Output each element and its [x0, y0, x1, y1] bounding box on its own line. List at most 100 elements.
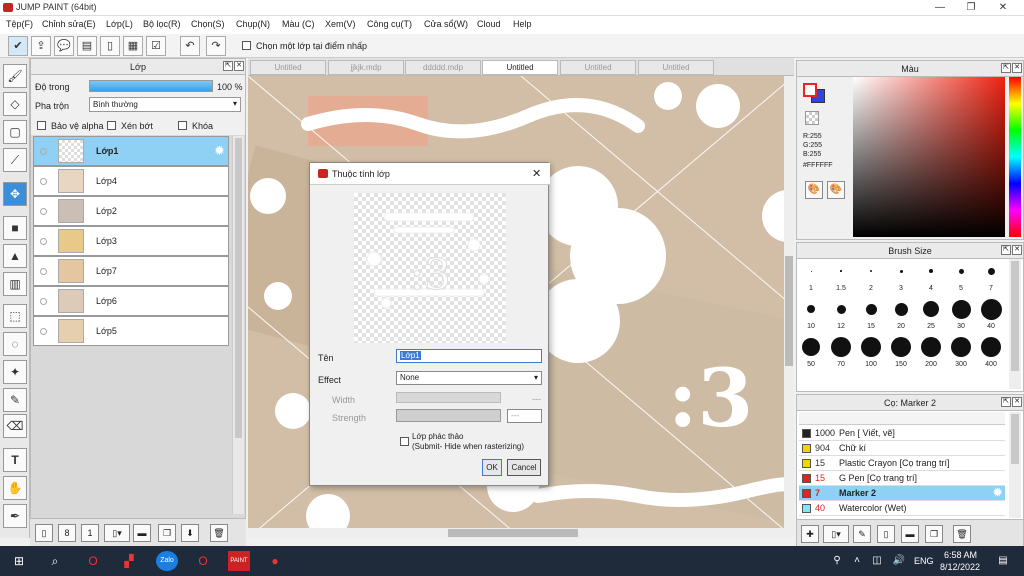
- brush-page-icon[interactable]: ▯: [877, 525, 895, 543]
- layer-scrollbar[interactable]: [232, 136, 244, 514]
- layer-row[interactable]: Lớp2: [33, 196, 229, 226]
- layer-row[interactable]: Lớp7: [33, 256, 229, 286]
- language-indicator[interactable]: ENG: [914, 556, 934, 566]
- hue-slider[interactable]: [1009, 77, 1021, 237]
- lasso-icon[interactable]: ◌: [3, 332, 27, 356]
- brush-size-dot[interactable]: [987, 267, 995, 275]
- new-folder-icon[interactable]: ▬: [133, 524, 151, 542]
- transparent-color-swatch[interactable]: [805, 111, 819, 125]
- merge-layer-icon[interactable]: ⬇: [181, 524, 199, 542]
- brush-size-dot[interactable]: [807, 305, 815, 313]
- brush-size-dot[interactable]: [958, 268, 964, 274]
- tray-up-icon[interactable]: ˄: [846, 551, 868, 571]
- menu-filter[interactable]: Bộ lọc(R): [143, 19, 181, 29]
- brush-size-dot[interactable]: [861, 337, 881, 357]
- canvas-v-scrollbar[interactable]: [784, 76, 794, 528]
- visibility-icon[interactable]: [40, 298, 47, 305]
- name-input[interactable]: Lớp1: [396, 349, 542, 363]
- menu-help[interactable]: Help: [513, 19, 532, 29]
- visibility-icon[interactable]: [40, 268, 47, 275]
- brush-row[interactable]: 15 G Pen [Cọ trang trí]: [799, 471, 1005, 486]
- visibility-icon[interactable]: [40, 238, 47, 245]
- page-icon[interactable]: ▯: [100, 36, 120, 56]
- close-icon[interactable]: ✕: [988, 0, 1018, 16]
- marquee-icon[interactable]: ⬚: [3, 304, 27, 328]
- menu-edit[interactable]: Chỉnh sửa(E): [42, 19, 96, 29]
- visibility-icon[interactable]: [40, 328, 47, 335]
- layer-row[interactable]: Lớp5: [33, 316, 229, 346]
- maximize-icon[interactable]: ❐: [956, 0, 986, 16]
- layer-row[interactable]: Lớp1 ✹: [33, 136, 229, 166]
- windows-start-icon[interactable]: ⊞: [8, 551, 30, 571]
- cancel-button[interactable]: Cancel: [507, 459, 541, 476]
- pin-icon[interactable]: ⇱: [223, 61, 233, 71]
- move-icon[interactable]: ✥: [3, 182, 27, 206]
- minimize-icon[interactable]: —: [925, 0, 955, 16]
- menu-window[interactable]: Cửa sổ(W): [424, 19, 468, 29]
- brush-size-dot[interactable]: [831, 337, 851, 357]
- layer-settings-icon[interactable]: ✹: [214, 143, 225, 159]
- tab-document[interactable]: ddddd.mdp: [405, 60, 481, 75]
- pin-icon[interactable]: ⇱: [1001, 245, 1011, 255]
- primary-color-swatch[interactable]: [803, 83, 817, 97]
- brush-size-scrollbar[interactable]: [1009, 259, 1021, 389]
- panel-close-icon[interactable]: ✕: [1012, 63, 1022, 73]
- duplicate-layer-icon[interactable]: ❐: [158, 524, 176, 542]
- people-icon[interactable]: ⚲: [826, 551, 848, 571]
- new-layer-1bit-icon[interactable]: 1: [81, 524, 99, 542]
- menu-layer[interactable]: Lớp(L): [106, 19, 133, 29]
- eraser-icon[interactable]: ◇: [3, 92, 27, 116]
- new-layer-8bit-icon[interactable]: 8: [58, 524, 76, 542]
- scrollbar-thumb[interactable]: [1011, 414, 1019, 464]
- blend-select[interactable]: Bình thường ▾: [89, 97, 241, 112]
- menu-select[interactable]: Chọn(S): [191, 19, 225, 29]
- brush-size-dot[interactable]: [899, 269, 903, 273]
- notification-icon[interactable]: ▤: [992, 551, 1014, 571]
- layer-row[interactable]: Lớp3: [33, 226, 229, 256]
- opacity-slider[interactable]: [89, 80, 213, 92]
- brush-size-dot[interactable]: [891, 337, 911, 357]
- draft-layer-checkbox[interactable]: [400, 437, 409, 446]
- new-layer-menu-icon[interactable]: ▯▾: [104, 524, 130, 542]
- network-icon[interactable]: ◫: [866, 551, 888, 571]
- lock-checkbox[interactable]: [178, 121, 187, 130]
- brush-icon[interactable]: 🖌: [3, 64, 27, 88]
- brush-size-dot[interactable]: [929, 269, 933, 273]
- brush-menu-icon[interactable]: ▯▾: [823, 525, 849, 543]
- brush-size-dot[interactable]: [840, 270, 842, 272]
- brush-size-dot[interactable]: [981, 337, 1001, 357]
- menu-color[interactable]: Màu (C): [282, 19, 315, 29]
- palette-edit-icon[interactable]: 🎨: [827, 181, 845, 199]
- opera-icon[interactable]: O: [82, 551, 104, 571]
- brush-size-dot[interactable]: [951, 299, 971, 319]
- fill-rect-icon[interactable]: ■: [3, 216, 27, 240]
- app-grid-icon[interactable]: ▞: [118, 551, 140, 571]
- brush-row[interactable]: 1000 Pen [ Viết, vẽ]: [799, 426, 1005, 441]
- tab-document-active[interactable]: Untitled: [482, 60, 558, 75]
- visibility-icon[interactable]: [40, 178, 47, 185]
- search-icon[interactable]: ⌕: [44, 551, 66, 571]
- brush-size-dot[interactable]: [836, 304, 846, 314]
- tab-document[interactable]: jjkjk.mdp: [328, 60, 404, 75]
- menu-cloud[interactable]: Cloud: [477, 19, 501, 29]
- hand-icon[interactable]: ✋: [3, 476, 27, 500]
- layer-row[interactable]: Lớp6: [33, 286, 229, 316]
- panel-close-icon[interactable]: ✕: [1012, 397, 1022, 407]
- menu-view[interactable]: Xem(V): [325, 19, 356, 29]
- redo-icon[interactable]: ↷: [206, 36, 226, 56]
- scrollbar-thumb[interactable]: [1011, 261, 1019, 371]
- visibility-icon[interactable]: [40, 208, 47, 215]
- brush-settings-icon[interactable]: ✹: [993, 486, 1002, 500]
- effect-select[interactable]: None ▾: [396, 371, 542, 385]
- visibility-icon[interactable]: [40, 148, 47, 155]
- brush-size-dot[interactable]: [980, 298, 1002, 320]
- scrollbar-thumb[interactable]: [448, 529, 578, 537]
- brush-size-dot[interactable]: [951, 337, 971, 357]
- tab-document[interactable]: Untitled: [250, 60, 326, 75]
- canvas-h-scrollbar[interactable]: [248, 528, 794, 538]
- undo-icon[interactable]: ↶: [180, 36, 200, 56]
- protect-alpha-checkbox[interactable]: [37, 121, 46, 130]
- volume-icon[interactable]: 🔊: [888, 551, 910, 571]
- scrollbar-thumb[interactable]: [235, 138, 242, 438]
- brush-size-dot[interactable]: [894, 302, 908, 316]
